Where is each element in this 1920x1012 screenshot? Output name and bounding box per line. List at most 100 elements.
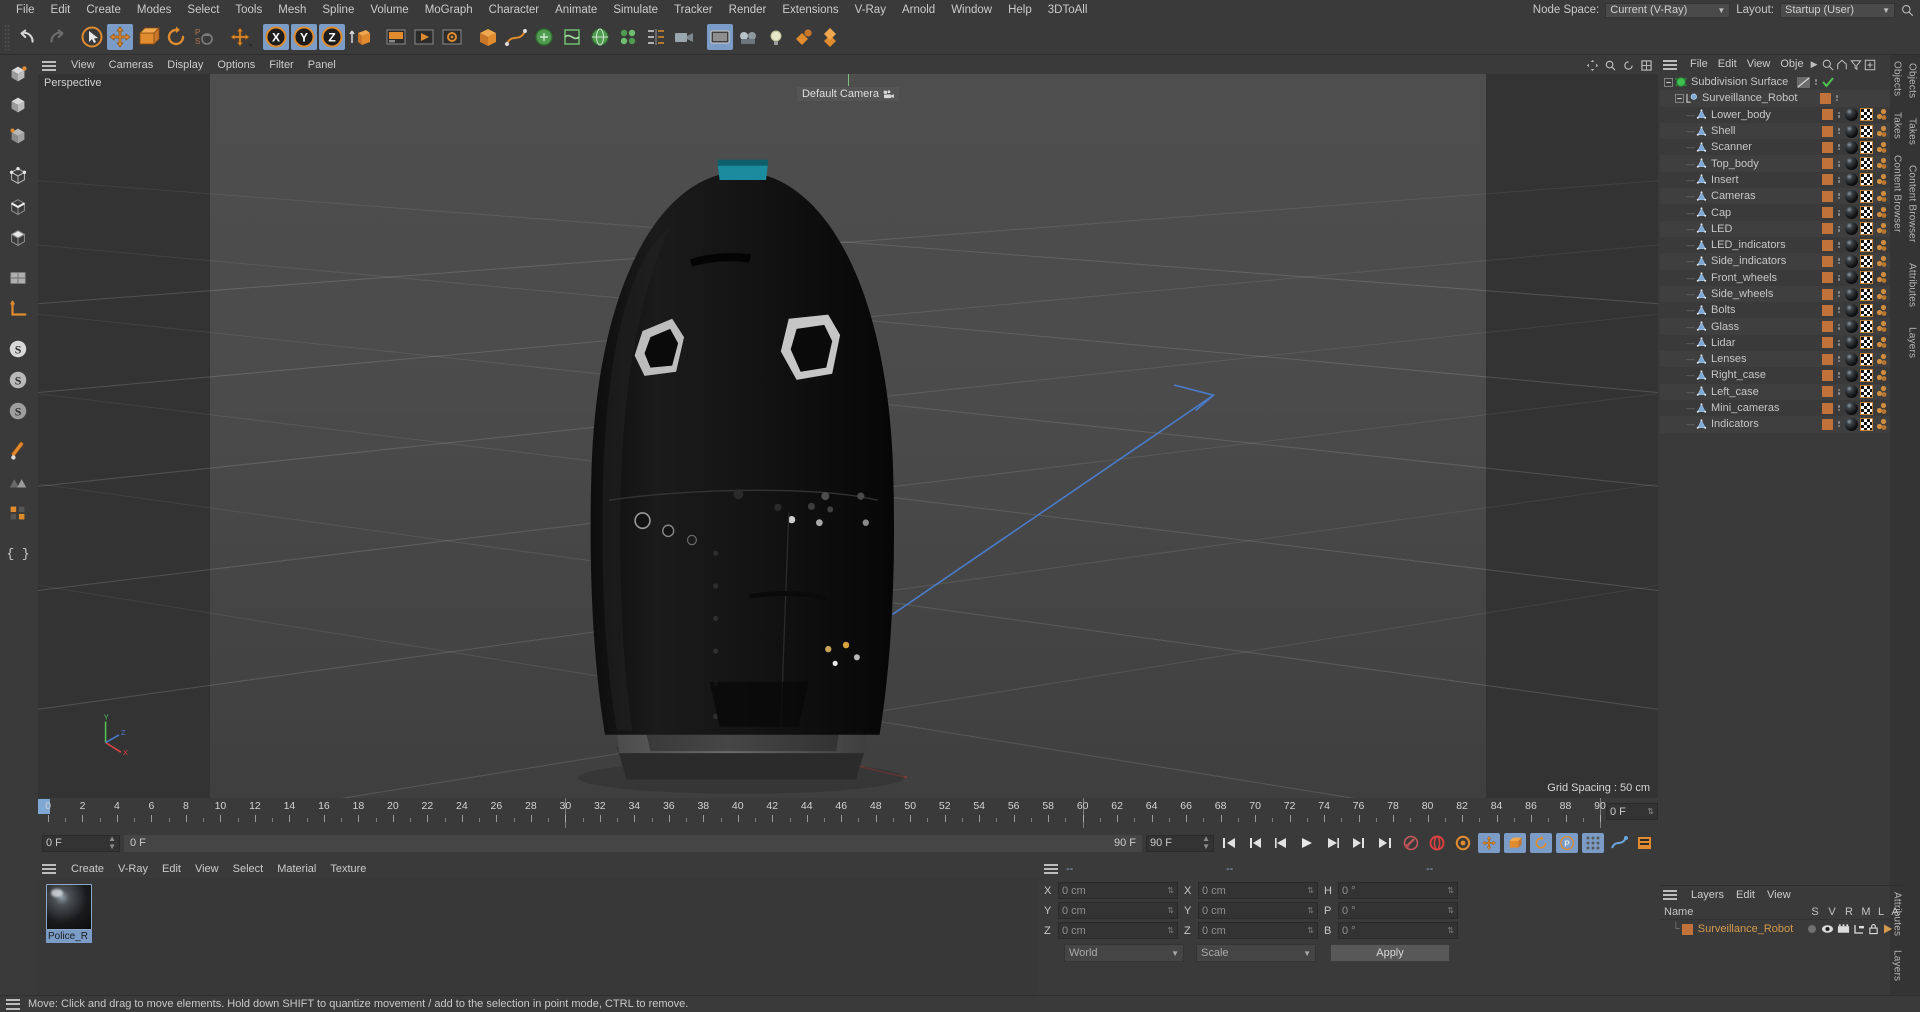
- material-hamburger-icon[interactable]: [42, 863, 58, 876]
- timeline-toggle-button[interactable]: [1634, 833, 1656, 853]
- material-tag-icon[interactable]: [1845, 336, 1858, 350]
- object-row[interactable]: — Side_wheels: [1660, 285, 1890, 303]
- material-tag-icon[interactable]: [1845, 140, 1858, 154]
- menu-item-edit[interactable]: Edit: [43, 0, 79, 20]
- coordinate-system-select[interactable]: World ▼: [1064, 944, 1184, 962]
- rotate-tool-button[interactable]: [163, 24, 189, 50]
- scene-camera-button[interactable]: [735, 24, 761, 50]
- layer-color-swatch[interactable]: [1822, 272, 1833, 284]
- selection-tag-icon[interactable]: [1875, 402, 1888, 415]
- material-tag-icon[interactable]: [1845, 189, 1858, 203]
- menu-item-simulate[interactable]: Simulate: [605, 0, 666, 20]
- z-axis-button[interactable]: Z: [319, 24, 345, 50]
- timeline-ruler[interactable]: 0246810121416182022242628303234363840424…: [38, 798, 1660, 828]
- object-row[interactable]: — Bolts: [1660, 302, 1890, 318]
- undo-button[interactable]: [15, 24, 41, 50]
- layer-color-swatch[interactable]: [1681, 923, 1693, 935]
- spinner-icon[interactable]: ⇅: [1647, 807, 1654, 816]
- object-row[interactable]: Subdivision Surface: [1660, 74, 1890, 90]
- menu-item-volume[interactable]: Volume: [362, 0, 416, 20]
- go-to-next-frame-button[interactable]: [1322, 833, 1344, 853]
- menu-item-tracker[interactable]: Tracker: [666, 0, 721, 20]
- viewport-menu-display[interactable]: Display: [160, 57, 210, 74]
- visibility-dots-icon[interactable]: [1835, 242, 1843, 249]
- menu-item-select[interactable]: Select: [179, 0, 227, 20]
- uv-tag-icon[interactable]: [1860, 124, 1873, 138]
- rot-h-input[interactable]: 0 ° ⇅: [1338, 882, 1458, 899]
- spinner-icon[interactable]: ⇅: [1447, 926, 1454, 935]
- tab-takes[interactable]: Takes: [1892, 112, 1903, 139]
- visibility-dots-icon[interactable]: [1835, 388, 1843, 395]
- menu-item-tools[interactable]: Tools: [227, 0, 270, 20]
- selection-tag-icon[interactable]: [1875, 320, 1888, 333]
- environment-button[interactable]: [587, 24, 613, 50]
- object-menu-view[interactable]: View: [1742, 55, 1776, 74]
- menu-item-3dtoall[interactable]: 3DToAll: [1040, 0, 1096, 20]
- move-tool-button[interactable]: [107, 24, 133, 50]
- visibility-dots-icon[interactable]: [1835, 339, 1843, 346]
- material-menu-create[interactable]: Create: [64, 860, 111, 878]
- visibility-dots-icon[interactable]: [1812, 79, 1820, 86]
- selection-tag-icon[interactable]: [1875, 157, 1888, 170]
- material-menu-view[interactable]: View: [188, 860, 226, 878]
- coordinates-hamburger-icon[interactable]: [1044, 863, 1060, 876]
- material-list[interactable]: Police_R: [38, 878, 1038, 995]
- material-tag-icon[interactable]: [1845, 206, 1858, 220]
- material-tag-icon[interactable]: [1845, 385, 1858, 399]
- visibility-dots-icon[interactable]: [1835, 421, 1843, 428]
- make-editable-button[interactable]: [4, 59, 32, 89]
- size-x-input[interactable]: 0 cm ⇅: [1198, 882, 1318, 899]
- apply-button[interactable]: Apply: [1330, 944, 1450, 962]
- tab-content-browser[interactable]: Content Browser: [1892, 155, 1903, 232]
- viewport-solo-hierarchy-button[interactable]: S: [4, 365, 32, 395]
- autokeying-button[interactable]: [1426, 833, 1448, 853]
- selection-tag-icon[interactable]: [1875, 222, 1888, 235]
- animation-mode-button[interactable]: [1608, 833, 1630, 853]
- visibility-dots-icon[interactable]: [1835, 209, 1843, 216]
- display-tag-icon[interactable]: [1797, 76, 1810, 88]
- uv-tag-icon[interactable]: [1860, 271, 1873, 285]
- xpresso-button[interactable]: { }: [4, 538, 32, 568]
- pos-z-input[interactable]: 0 cm ⇅: [1058, 922, 1178, 939]
- selection-tag-icon[interactable]: [1875, 418, 1888, 431]
- object-add-icon[interactable]: [1864, 59, 1876, 71]
- visibility-dots-icon[interactable]: [1835, 307, 1843, 314]
- enable-checkmark-icon[interactable]: [1822, 77, 1834, 88]
- object-row[interactable]: Surveillance_Robot: [1660, 90, 1890, 107]
- visibility-dots-icon[interactable]: [1835, 356, 1843, 363]
- scale-key-button[interactable]: [1504, 833, 1526, 853]
- display-shading-button[interactable]: [707, 24, 733, 50]
- expand-collapse-icon[interactable]: [1664, 77, 1673, 87]
- layer-solo-icon[interactable]: [1806, 923, 1818, 935]
- render-settings-button[interactable]: [439, 24, 465, 50]
- visibility-dots-icon[interactable]: [1835, 372, 1843, 379]
- rotation-key-button[interactable]: [1530, 833, 1552, 853]
- position-key-button[interactable]: [1478, 833, 1500, 853]
- spinner-icon[interactable]: ▲ ▼: [108, 835, 116, 851]
- object-row[interactable]: — Indicators: [1660, 416, 1890, 433]
- spinner-icon[interactable]: ⇅: [1447, 906, 1454, 915]
- spinner-icon[interactable]: ⇅: [1307, 906, 1314, 915]
- selection-tag-icon[interactable]: [1875, 304, 1888, 317]
- menu-item-vray[interactable]: V-Ray: [847, 0, 894, 20]
- size-z-input[interactable]: 0 cm ⇅: [1198, 922, 1318, 939]
- material-tag-icon[interactable]: [1845, 271, 1858, 285]
- layers-menu-view[interactable]: View: [1761, 886, 1797, 904]
- material-tag-icon[interactable]: [1845, 417, 1858, 431]
- visibility-dots-icon[interactable]: [1833, 95, 1841, 102]
- tab-layers[interactable]: Layers: [1892, 950, 1903, 981]
- viewport-solo-off-button[interactable]: S: [4, 396, 32, 426]
- object-menu-edit[interactable]: Edit: [1713, 55, 1742, 74]
- uv-tag-icon[interactable]: [1860, 157, 1873, 171]
- uv-tag-icon[interactable]: [1860, 222, 1873, 236]
- layer-render-icon[interactable]: [1837, 923, 1850, 935]
- model-mode-button[interactable]: [4, 90, 32, 120]
- uv-tag-icon[interactable]: [1860, 336, 1873, 350]
- menu-item-modes[interactable]: Modes: [129, 0, 180, 20]
- point-level-animation-button[interactable]: [1582, 833, 1604, 853]
- viewport-3d[interactable]: Perspective Default Camera Y X Z Grid Sp…: [38, 74, 1658, 798]
- play-button[interactable]: [1296, 833, 1318, 853]
- end-frame-input[interactable]: 90 F ▲ ▼: [1146, 834, 1214, 852]
- world-object-axis-button[interactable]: [347, 24, 373, 50]
- selection-tag-icon[interactable]: [1875, 108, 1888, 121]
